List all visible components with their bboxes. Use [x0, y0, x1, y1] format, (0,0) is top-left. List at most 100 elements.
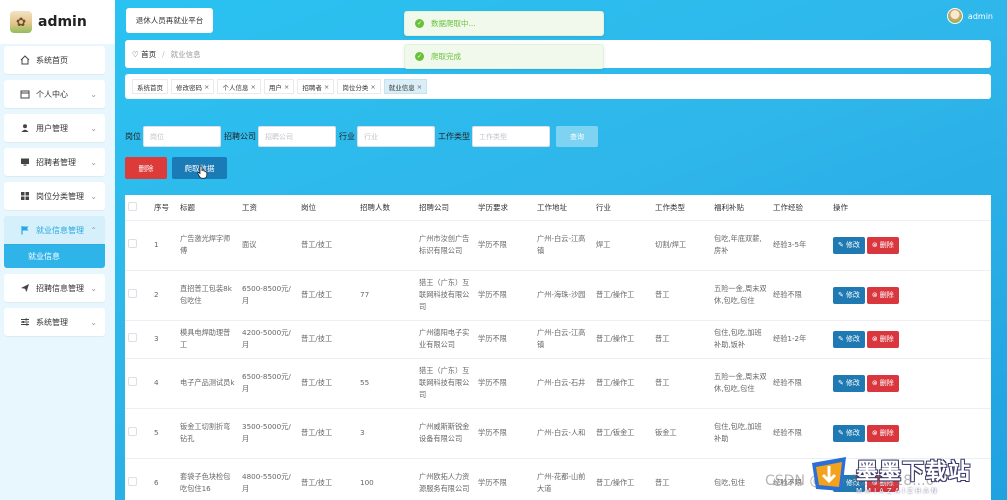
tag-change-password[interactable]: 修改密码 ×: [171, 79, 215, 94]
cell-title: 套袋子色块检包吃包住16: [177, 458, 239, 500]
row-actions: ✎修改⊗删除: [830, 358, 991, 409]
site-watermark-logo: 墨墨下载站 MMIAZAIZHAN: [808, 448, 1007, 500]
company-input[interactable]: [258, 126, 336, 147]
cell-type: 钣金工: [652, 408, 711, 459]
delete-label: 删除: [879, 291, 894, 299]
table-header-row: 序号 标题 工资 岗位 招聘人数 招聘公司 学历要求 工作地址 行业 工作类型 …: [125, 195, 991, 221]
cell-id: 1: [151, 220, 177, 271]
edit-button[interactable]: ✎修改: [833, 236, 865, 254]
row-select-cell[interactable]: [125, 458, 151, 500]
position-label: 岗位: [125, 132, 141, 141]
cell-id: 2: [151, 270, 177, 321]
tag-label: 系统首页: [137, 83, 163, 92]
fetch-data-button[interactable]: 爬取数据: [172, 157, 227, 179]
close-icon[interactable]: ×: [204, 83, 209, 91]
sidebar-item-label: 招聘信息管理: [36, 283, 84, 293]
tag-bar: 系统首页 修改密码 × 个人信息 × 用户 × 招聘者 × 岗位分类 × 就业信…: [125, 74, 991, 99]
cell-position: 普工/技工: [298, 270, 357, 321]
tag-label: 个人信息: [222, 83, 249, 92]
row-checkbox[interactable]: [128, 238, 137, 248]
cell-industry: 普工/操作工: [593, 270, 652, 321]
filter-row: 岗位 招聘公司 行业 工作类型 查询: [125, 126, 598, 147]
edit-button[interactable]: ✎修改: [833, 374, 865, 392]
delete-icon: ⊗: [871, 241, 878, 249]
batch-delete-button[interactable]: 删除: [125, 157, 167, 179]
cell-address: 广州-白云-江高镇: [534, 320, 593, 359]
worktype-input[interactable]: [472, 126, 550, 147]
sidebar-item-employment[interactable]: 就业信息管理 ⌃: [4, 216, 105, 244]
table-row: 2 直招普工包装8k包吃住 6500-8500元/月 普工/技工 77 猎王（广东）互联网…: [125, 270, 991, 321]
row-select-cell[interactable]: [125, 408, 151, 459]
sidebar-item-recruitment[interactable]: 招聘信息管理 ⌄: [4, 274, 105, 302]
row-checkbox[interactable]: [128, 288, 137, 298]
chevron-down-icon: ⌄: [90, 191, 97, 201]
sidebar-item-recruiters[interactable]: 招聘者管理 ⌄: [4, 148, 105, 176]
user-name: admin: [967, 11, 993, 21]
cell-company: 广州市汝创广告标识有限公司: [416, 220, 475, 271]
edit-icon: ✎: [838, 379, 844, 387]
cell-salary: 面议: [239, 220, 298, 271]
row-select-cell[interactable]: [125, 320, 151, 359]
select-all-checkbox[interactable]: [128, 201, 137, 211]
sidebar-item-home[interactable]: 系统首页: [4, 46, 105, 74]
row-select-cell[interactable]: [125, 220, 151, 271]
close-icon[interactable]: ×: [250, 83, 255, 91]
delete-label: 删除: [879, 379, 894, 387]
close-icon[interactable]: ×: [417, 83, 422, 91]
cell-id: 4: [151, 358, 177, 409]
breadcrumb-home[interactable]: ♡ 首页: [132, 49, 156, 60]
platform-title-button[interactable]: 退休人员再就业平台: [126, 8, 213, 33]
row-checkbox[interactable]: [128, 426, 137, 436]
cell-address: 广州-白云-人和: [534, 408, 593, 459]
row-checkbox[interactable]: [128, 332, 137, 342]
cell-type: 普工: [652, 270, 711, 321]
cell-edu: 学历不限: [475, 458, 534, 500]
row-checkbox[interactable]: [128, 376, 137, 386]
row-checkbox[interactable]: [128, 476, 137, 486]
tag-employment-info[interactable]: 就业信息 ×: [383, 79, 428, 94]
sidebar-item-profile[interactable]: 个人中心 ⌄: [4, 80, 105, 108]
tag-users[interactable]: 用户 ×: [263, 79, 295, 94]
cell-title: 电子产品测试员k: [177, 358, 239, 409]
delete-button[interactable]: ⊗ 删除: [866, 236, 899, 254]
cell-company: 广州欧拓人力资源服务有限公司: [416, 458, 475, 500]
position-input[interactable]: [143, 126, 221, 147]
brand-name: admin: [38, 14, 87, 30]
edit-button[interactable]: ✎修改: [833, 286, 865, 304]
close-icon[interactable]: ×: [284, 83, 289, 91]
cell-address: 广州-海珠-沙园: [534, 270, 593, 321]
sidebar-subitem-employment-info[interactable]: 就业信息: [4, 244, 105, 268]
industry-input[interactable]: [357, 126, 435, 147]
delete-label: 删除: [879, 241, 894, 249]
tag-label: 就业信息: [388, 83, 415, 92]
close-icon[interactable]: ×: [324, 83, 329, 91]
delete-button[interactable]: ⊗ 删除: [866, 374, 899, 392]
sidebar-item-users[interactable]: 用户管理 ⌄: [4, 114, 105, 142]
row-select-cell[interactable]: [125, 358, 151, 409]
user-menu[interactable]: admin: [946, 8, 993, 24]
company-label: 招聘公司: [224, 132, 256, 141]
cell-position: 普工/技工: [298, 458, 357, 500]
sidebar-item-label: 个人中心: [36, 89, 68, 99]
column-header: 招聘人数: [357, 195, 416, 221]
row-select-cell[interactable]: [125, 270, 151, 321]
edit-button[interactable]: ✎修改: [833, 330, 865, 348]
cell-position: 普工/技工: [298, 320, 357, 359]
close-icon[interactable]: ×: [370, 83, 375, 91]
edit-button[interactable]: ✎修改: [833, 424, 865, 442]
cell-edu: 学历不限: [475, 408, 534, 459]
delete-button[interactable]: ⊗ 删除: [866, 330, 899, 348]
tag-profile[interactable]: 个人信息 ×: [217, 79, 261, 94]
select-all-cell[interactable]: [125, 195, 151, 221]
tag-recruiters[interactable]: 招聘者 ×: [297, 79, 335, 94]
cell-salary: 4200-5000元/月: [239, 320, 298, 359]
tag-home[interactable]: 系统首页: [132, 79, 168, 94]
edit-label: 修改: [845, 335, 860, 343]
sidebar-item-job-category[interactable]: 岗位分类管理 ⌄: [4, 182, 105, 210]
cell-position: 普工/技工: [298, 408, 357, 459]
delete-button[interactable]: ⊗ 删除: [866, 424, 899, 442]
tag-job-category[interactable]: 岗位分类 ×: [337, 79, 381, 94]
search-button[interactable]: 查询: [556, 126, 598, 147]
delete-button[interactable]: ⊗ 删除: [866, 286, 899, 304]
sidebar-item-system[interactable]: 系统管理 ⌄: [4, 308, 105, 336]
